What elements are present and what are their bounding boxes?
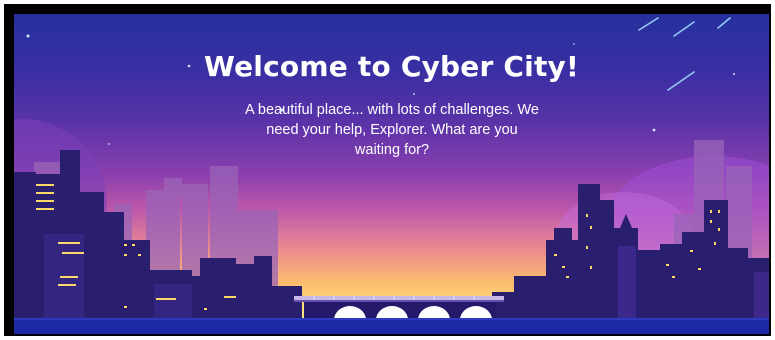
screenshot-frame: Welcome to Cyber City! A beautiful place…	[4, 4, 771, 336]
page-title: Welcome to Cyber City!	[204, 50, 579, 83]
river-highlight	[14, 318, 769, 320]
hero-banner: Welcome to Cyber City! A beautiful place…	[14, 14, 769, 334]
hero-subtitle: A beautiful place... with lots of challe…	[245, 102, 539, 158]
river	[14, 318, 769, 334]
